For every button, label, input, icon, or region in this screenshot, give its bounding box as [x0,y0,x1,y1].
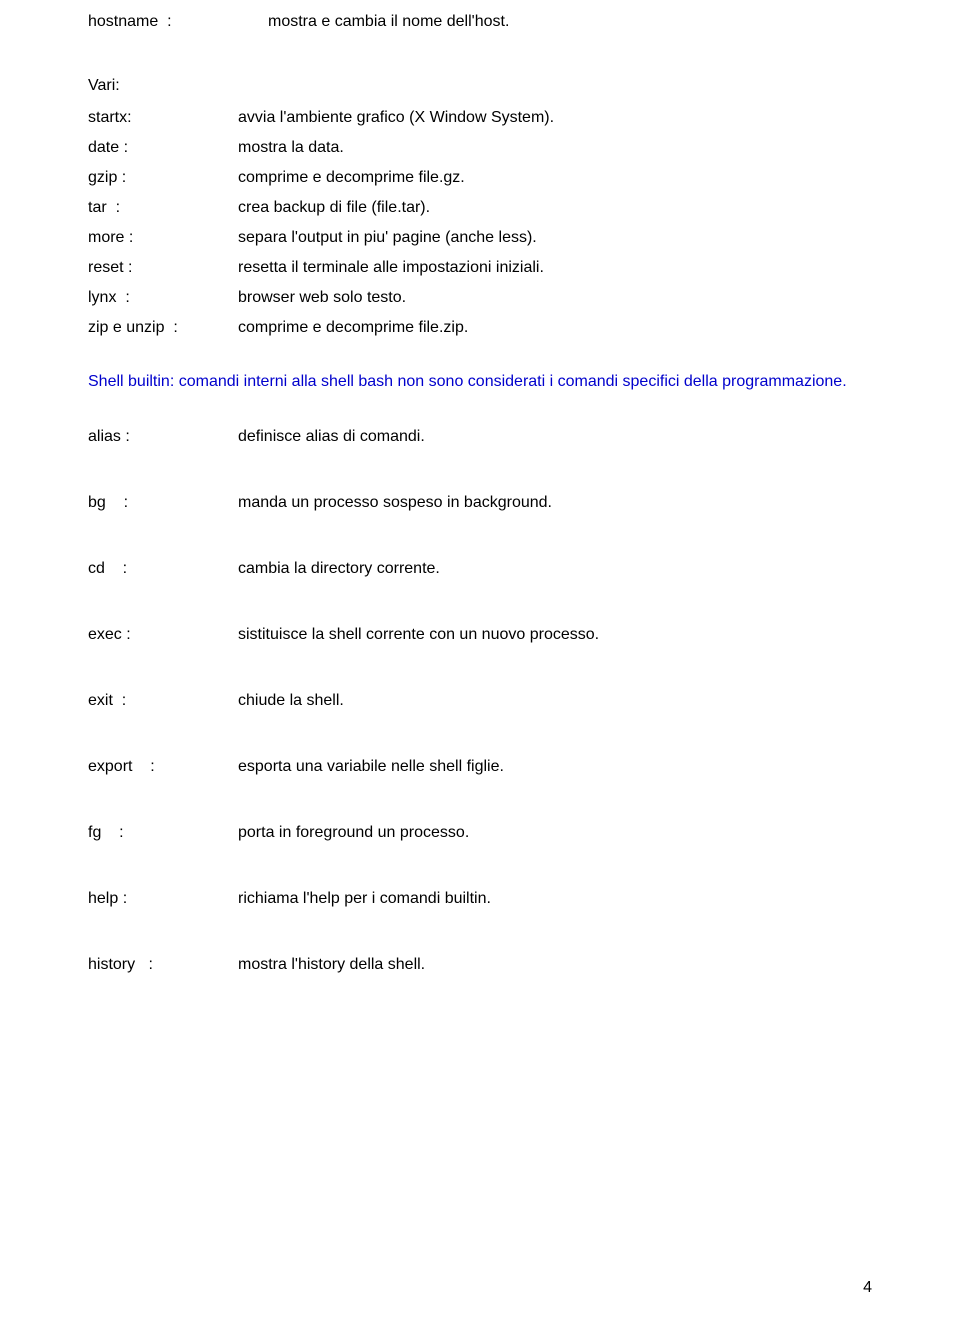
command-row: hostname : mostra e cambia il nome dell'… [88,10,872,34]
command-description: manda un processo sospeso in background. [238,491,552,515]
command-row: help :richiama l'help per i comandi buil… [88,887,872,911]
command-name: export : [88,755,238,779]
vari-command-list: startx:avvia l'ambiente grafico (X Windo… [88,106,872,340]
command-description: browser web solo testo. [238,286,406,310]
command-row: more :separa l'output in piu' pagine (an… [88,226,872,250]
command-name: alias : [88,425,238,449]
command-row: bg :manda un processo sospeso in backgro… [88,491,872,515]
command-description: definisce alias di comandi. [238,425,425,449]
command-description: sistituisce la shell corrente con un nuo… [238,623,599,647]
command-row: exit :chiude la shell. [88,689,872,713]
command-name: bg : [88,491,238,515]
command-row: reset :resetta il terminale alle imposta… [88,256,872,280]
section-label-vari: Vari: [88,74,872,98]
command-description: separa l'output in piu' pagine (anche le… [238,226,537,250]
command-description: chiude la shell. [238,689,344,713]
command-name: gzip : [88,166,238,190]
command-row: fg :porta in foreground un processo. [88,821,872,845]
builtin-command-list: alias :definisce alias di comandi. bg :ma… [88,425,872,977]
command-name: history : [88,953,238,977]
command-row: export :esporta una variabile nelle shel… [88,755,872,779]
command-name: fg : [88,821,238,845]
command-name: startx: [88,106,238,130]
command-name: exit : [88,689,238,713]
command-row: history :mostra l'history della shell. [88,953,872,977]
command-description: richiama l'help per i comandi builtin. [238,887,491,911]
command-row: gzip :comprime e decomprime file.gz. [88,166,872,190]
command-description: mostra l'history della shell. [238,953,425,977]
shell-builtin-paragraph: Shell builtin: comandi interni alla shel… [88,368,872,395]
command-description: avvia l'ambiente grafico (X Window Syste… [238,106,554,130]
command-name: help : [88,887,238,911]
command-description: resetta il terminale alle impostazioni i… [238,256,544,280]
command-description: mostra la data. [238,136,344,160]
command-description: crea backup di file (file.tar). [238,196,430,220]
command-row: exec :sistituisce la shell corrente con … [88,623,872,647]
command-name: tar : [88,196,238,220]
command-row: zip e unzip :comprime e decomprime file.… [88,316,872,340]
command-description: comprime e decomprime file.zip. [238,316,468,340]
page-number: 4 [863,1276,872,1300]
command-name: zip e unzip : [88,316,238,340]
command-description: mostra e cambia il nome dell'host. [268,10,509,34]
command-name: date : [88,136,238,160]
command-row: tar :crea backup di file (file.tar). [88,196,872,220]
command-name: more : [88,226,238,250]
command-row: alias :definisce alias di comandi. [88,425,872,449]
command-name: reset : [88,256,238,280]
command-row: cd :cambia la directory corrente. [88,557,872,581]
command-row: lynx :browser web solo testo. [88,286,872,310]
command-description: cambia la directory corrente. [238,557,440,581]
command-name: cd : [88,557,238,581]
command-name: lynx : [88,286,238,310]
command-row: startx:avvia l'ambiente grafico (X Windo… [88,106,872,130]
command-name: hostname : [88,10,268,34]
command-row: date :mostra la data. [88,136,872,160]
command-description: porta in foreground un processo. [238,821,469,845]
document-page: hostname : mostra e cambia il nome dell'… [0,0,960,1340]
command-description: esporta una variabile nelle shell figlie… [238,755,504,779]
command-description: comprime e decomprime file.gz. [238,166,465,190]
command-name: exec : [88,623,238,647]
